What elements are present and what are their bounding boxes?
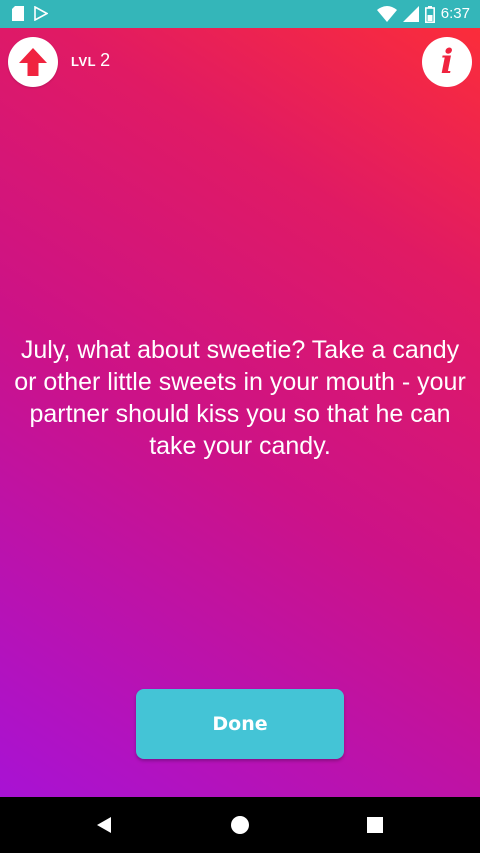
back-triangle-icon [97,817,111,833]
app-screen: LVL 2 i July, what about sweetie? Take a… [0,28,480,797]
challenge-text: July, what about sweetie? Take a candy o… [14,336,466,460]
nav-recents-button[interactable] [363,813,387,837]
status-bar: 6:37 [0,0,480,28]
info-icon: i [440,42,454,82]
nav-home-button[interactable] [228,813,252,837]
battery-icon [424,5,435,23]
sd-card-icon [12,6,24,21]
status-right-icons: 6:37 [376,5,470,23]
done-button[interactable]: Done [136,689,344,759]
level-label: LVL [71,54,97,69]
play-store-icon [34,6,48,21]
nav-back-button[interactable] [92,813,116,837]
back-button[interactable] [8,37,58,87]
status-left-icons [12,6,48,21]
level-value: 2 [100,50,111,70]
info-button[interactable]: i [422,37,472,87]
navigation-bar [0,797,480,853]
status-time: 6:37 [440,5,470,22]
recents-square-icon [367,817,383,833]
level-indicator: LVL 2 [71,50,110,71]
home-circle-icon [231,816,249,834]
arrow-up-icon [19,48,47,76]
signal-icon [402,6,419,22]
wifi-icon [376,6,397,22]
